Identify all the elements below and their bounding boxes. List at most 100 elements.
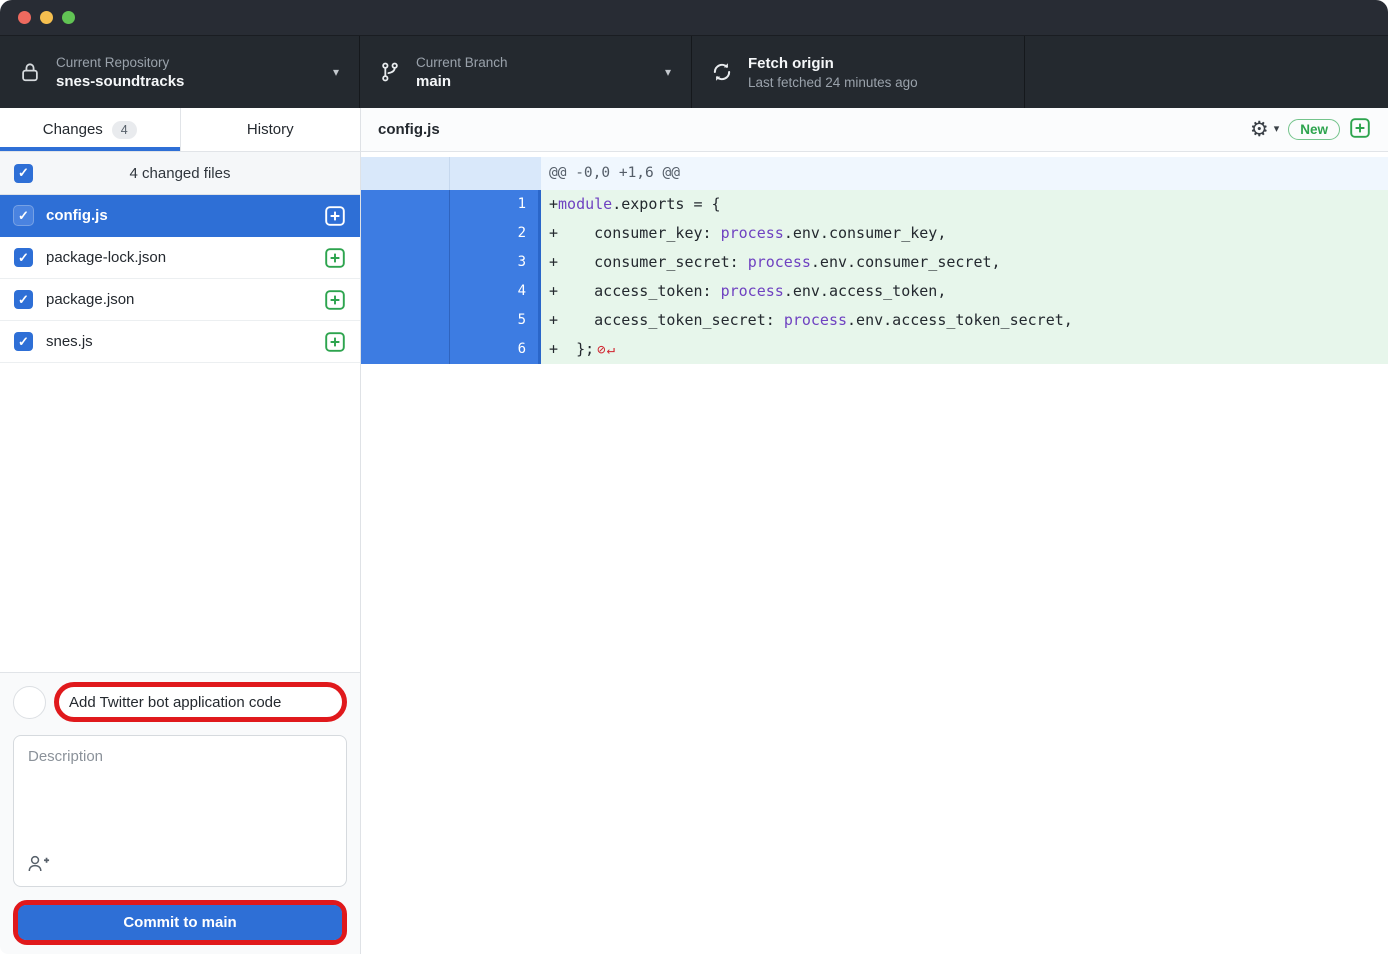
file-row-config-js[interactable]: config.js xyxy=(0,195,360,237)
code-text: +module.exports = { xyxy=(541,190,1388,219)
current-branch-value: main xyxy=(416,73,508,90)
code-keyword: module xyxy=(558,195,612,213)
tab-history[interactable]: History xyxy=(181,108,361,151)
sidebar-tabs: Changes 4 History xyxy=(0,108,360,152)
diff-line-4: 4 + access_token: process.env.access_tok… xyxy=(361,277,1388,306)
code-plain: + consumer_secret: xyxy=(549,253,748,271)
diff-file-name: config.js xyxy=(378,121,440,138)
sync-icon xyxy=(710,61,734,83)
file-name: package-lock.json xyxy=(46,249,324,266)
toolbar-empty-area xyxy=(1025,36,1388,108)
file-row-package-json[interactable]: package.json xyxy=(0,279,360,321)
tab-changes[interactable]: Changes 4 xyxy=(0,108,181,151)
file-actions-button[interactable] xyxy=(324,289,346,311)
fetch-origin-subtitle: Last fetched 24 minutes ago xyxy=(748,75,918,90)
titlebar xyxy=(0,0,1388,36)
code-text: + };⊘↵ xyxy=(541,335,1388,364)
person-plus-icon xyxy=(27,861,50,876)
tab-changes-label: Changes xyxy=(43,121,103,138)
old-line-gutter xyxy=(361,277,450,306)
code-text: + access_token_secret: process.env.acces… xyxy=(541,306,1388,335)
line-number[interactable]: 1 xyxy=(450,190,541,219)
line-number[interactable]: 5 xyxy=(450,306,541,335)
file-name: package.json xyxy=(46,291,324,308)
diff-line-2: 2 + consumer_key: process.env.consumer_k… xyxy=(361,219,1388,248)
diff-pane: config.js ⚙ ▾ New xyxy=(361,108,1388,954)
file-checkbox[interactable] xyxy=(14,332,33,351)
add-co-author-button[interactable] xyxy=(27,854,50,876)
lock-icon xyxy=(18,61,42,83)
current-repository-label: Current Repository xyxy=(56,55,184,70)
select-all-row: 4 changed files xyxy=(0,152,360,195)
code-keyword: process xyxy=(721,224,784,242)
file-actions-button[interactable] xyxy=(324,331,346,353)
file-actions-button[interactable] xyxy=(324,247,346,269)
repository-caret-icon: ▾ xyxy=(333,65,339,79)
file-name: config.js xyxy=(46,207,324,224)
file-actions-button[interactable] xyxy=(324,205,346,227)
line-number[interactable]: 3 xyxy=(450,248,541,277)
old-line-gutter xyxy=(361,157,450,190)
changes-sidebar: Changes 4 History 4 changed files config… xyxy=(0,108,361,954)
commit-button-label: Commit to xyxy=(123,914,201,931)
expand-diff-button[interactable] xyxy=(1349,119,1371,141)
diff-line-6: 6 + };⊘↵ xyxy=(361,335,1388,364)
commit-button-highlight-annotation: Commit to main xyxy=(13,900,347,945)
diff-line-5: 5 + access_token_secret: process.env.acc… xyxy=(361,306,1388,335)
old-line-gutter xyxy=(361,190,450,219)
code-text: + consumer_secret: process.env.consumer_… xyxy=(541,248,1388,277)
old-line-gutter xyxy=(361,335,450,364)
commit-summary-input[interactable] xyxy=(59,694,342,711)
code-plain: .env.consumer_secret, xyxy=(811,253,1001,271)
fetch-origin-button[interactable]: Fetch origin Last fetched 24 minutes ago xyxy=(692,36,1025,108)
old-line-gutter xyxy=(361,248,450,277)
close-window-button[interactable] xyxy=(18,11,31,24)
code-keyword: process xyxy=(784,311,847,329)
code-plain: .exports = { xyxy=(612,195,720,213)
file-checkbox[interactable] xyxy=(14,248,33,267)
line-number[interactable]: 4 xyxy=(450,277,541,306)
new-line-gutter xyxy=(450,157,541,190)
fetch-origin-title: Fetch origin xyxy=(748,55,918,72)
file-name: snes.js xyxy=(46,333,324,350)
git-branch-icon xyxy=(378,61,402,83)
code-text: + access_token: process.env.access_token… xyxy=(541,277,1388,306)
commit-form: Commit to main xyxy=(0,672,360,954)
tab-history-label: History xyxy=(247,121,294,138)
file-row-snes-js[interactable]: snes.js xyxy=(0,321,360,363)
file-row-package-lock-json[interactable]: package-lock.json xyxy=(0,237,360,279)
line-number[interactable]: 2 xyxy=(450,219,541,248)
changed-files-count: 4 changed files xyxy=(33,165,327,182)
commit-description-box xyxy=(13,735,347,887)
chevron-down-icon: ▾ xyxy=(1274,124,1280,135)
code-plain: + access_token: xyxy=(549,282,721,300)
line-number[interactable]: 6 xyxy=(450,335,541,364)
code-keyword: process xyxy=(721,282,784,300)
current-branch-label: Current Branch xyxy=(416,55,508,70)
code-plain: .env.access_token_secret, xyxy=(847,311,1073,329)
diff-body: @@ -0,0 +1,6 @@ 1 +module.exports = { 2 … xyxy=(361,152,1388,954)
summary-highlight-annotation xyxy=(54,682,347,722)
old-line-gutter xyxy=(361,306,450,335)
code-plain: + }; xyxy=(549,340,594,358)
code-plain: .env.consumer_key, xyxy=(784,224,947,242)
diff-header: config.js ⚙ ▾ New xyxy=(361,108,1388,152)
minimize-window-button[interactable] xyxy=(40,11,53,24)
zoom-window-button[interactable] xyxy=(62,11,75,24)
changes-count-badge: 4 xyxy=(112,121,137,139)
code-plain: + consumer_key: xyxy=(549,224,721,242)
select-all-checkbox[interactable] xyxy=(14,164,33,183)
diff-line-3: 3 + consumer_secret: process.env.consume… xyxy=(361,248,1388,277)
diff-line-1: 1 +module.exports = { xyxy=(361,190,1388,219)
current-branch-dropdown[interactable]: Current Branch main ▾ xyxy=(360,36,692,108)
current-repository-dropdown[interactable]: Current Repository snes-soundtracks ▾ xyxy=(0,36,360,108)
file-checkbox[interactable] xyxy=(14,206,33,225)
hunk-header-row: @@ -0,0 +1,6 @@ xyxy=(361,157,1388,190)
branch-caret-icon: ▾ xyxy=(665,65,671,79)
diff-options-button[interactable]: ⚙ ▾ xyxy=(1250,119,1279,140)
toolbar: Current Repository snes-soundtracks ▾ Cu… xyxy=(0,36,1388,108)
commit-to-main-button[interactable]: Commit to main xyxy=(18,905,342,940)
code-plain: + access_token_secret: xyxy=(549,311,784,329)
file-checkbox[interactable] xyxy=(14,290,33,309)
commit-description-input[interactable] xyxy=(28,748,332,852)
